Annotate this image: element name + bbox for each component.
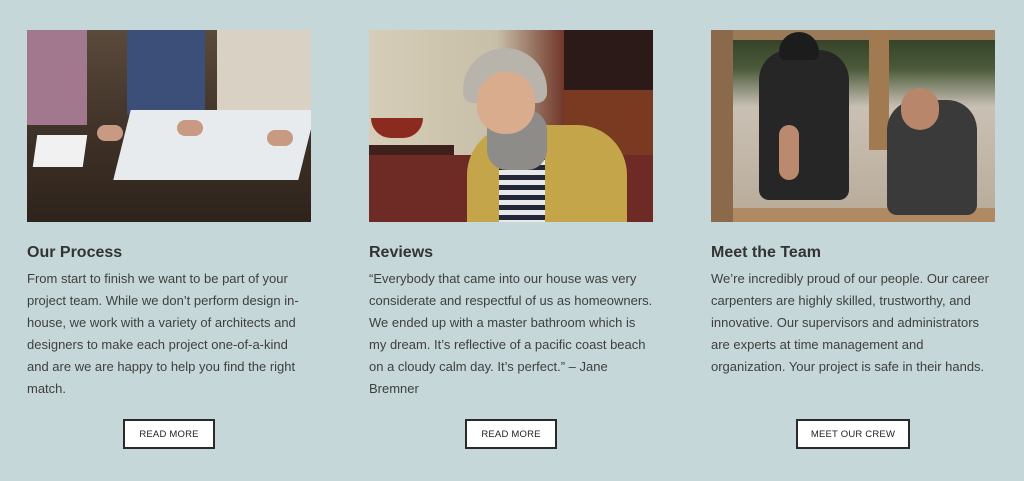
photo-detail xyxy=(869,30,889,150)
photo-detail xyxy=(177,120,203,136)
photo-detail xyxy=(217,30,311,120)
photo-detail xyxy=(901,88,939,130)
card-title: Reviews xyxy=(369,244,434,261)
photo-detail xyxy=(127,30,205,115)
reviews-photo[interactable] xyxy=(369,30,653,222)
photo-detail xyxy=(711,30,733,222)
photo-detail xyxy=(267,130,293,146)
read-more-process-button[interactable]: READ MORE xyxy=(123,419,215,449)
card-title: Meet the Team xyxy=(711,244,821,261)
read-more-reviews-button[interactable]: READ MORE xyxy=(465,419,557,449)
team-photo[interactable] xyxy=(711,30,995,222)
photo-detail xyxy=(477,72,535,134)
photo-detail xyxy=(371,118,423,138)
process-photo[interactable] xyxy=(27,30,311,222)
card-description: From start to finish we want to be part … xyxy=(27,271,299,396)
card-description: We’re incredibly proud of our people. Ou… xyxy=(711,271,989,374)
card-meet-the-team: Meet the Team We’re incredibly proud of … xyxy=(711,30,995,378)
card-title: Our Process xyxy=(27,244,123,261)
photo-detail xyxy=(32,135,88,167)
photo-detail xyxy=(711,30,995,40)
card-description: “Everybody that came into our house was … xyxy=(369,271,653,396)
meet-our-crew-button[interactable]: MEET OUR CREW xyxy=(796,419,910,449)
card-our-process: Our Process From start to finish we want… xyxy=(27,30,311,400)
photo-detail xyxy=(27,30,87,125)
card-reviews: Reviews “Everybody that came into our ho… xyxy=(369,30,653,400)
photo-detail xyxy=(97,125,123,141)
photo-detail xyxy=(779,125,799,180)
photo-detail xyxy=(759,50,849,200)
